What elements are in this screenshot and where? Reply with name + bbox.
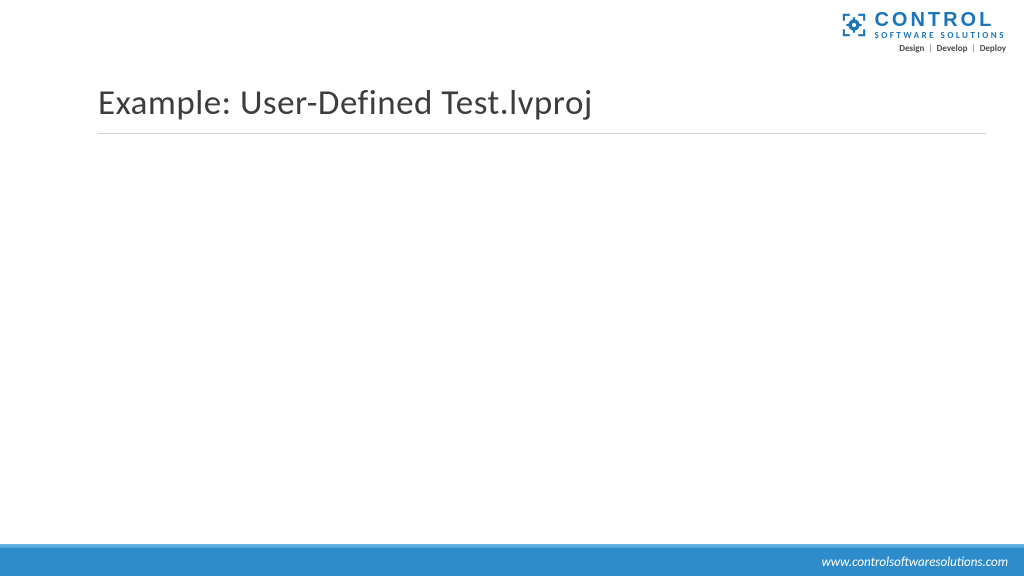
logo-tagline: Design | Develop | Deploy xyxy=(899,43,1006,54)
tagline-separator: | xyxy=(928,43,932,54)
logo-brand-line2: SOFTWARE SOLUTIONS xyxy=(874,31,1006,40)
logo-main-row: CONTROL SOFTWARE SOLUTIONS xyxy=(840,10,1006,40)
tagline-deploy: Deploy xyxy=(980,43,1006,54)
gear-bracket-icon xyxy=(840,11,868,39)
tagline-develop: Develop xyxy=(937,43,968,54)
tagline-design: Design xyxy=(899,43,924,54)
footer-url: www.controlsoftwaresolutions.com xyxy=(821,555,1008,570)
slide-title: Example: User-Defined Test.lvproj xyxy=(98,82,986,124)
title-underline xyxy=(98,133,986,134)
company-logo: CONTROL SOFTWARE SOLUTIONS Design | Deve… xyxy=(840,10,1006,54)
logo-brand-line1: CONTROL xyxy=(874,10,1006,30)
logo-text: CONTROL SOFTWARE SOLUTIONS xyxy=(874,10,1006,40)
tagline-separator: | xyxy=(971,43,975,54)
footer-bar: www.controlsoftwaresolutions.com xyxy=(0,548,1024,576)
